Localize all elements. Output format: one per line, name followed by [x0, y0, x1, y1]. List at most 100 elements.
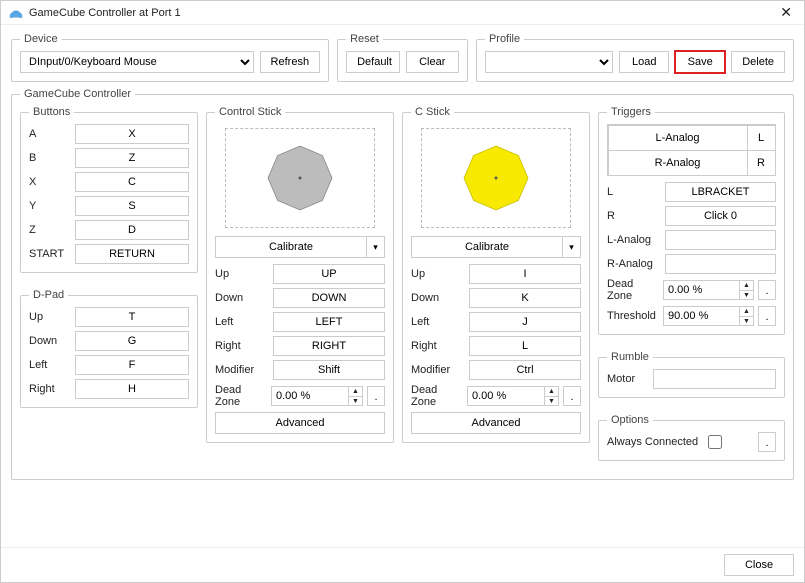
cs-deadzone-more[interactable]: . — [367, 386, 385, 406]
reset-group: Reset Default Clear — [337, 33, 468, 82]
cs-advanced-button[interactable]: Advanced — [215, 412, 385, 434]
device-group: Device DInput/0/Keyboard Mouse Refresh — [11, 33, 329, 82]
c-up-label: Up — [411, 268, 463, 280]
c-stick-legend: C Stick — [411, 106, 454, 118]
trig-r-bind[interactable]: Click 0 — [665, 206, 776, 226]
btn-a-bind[interactable]: X — [75, 124, 189, 144]
cs-mod-label: Modifier — [215, 364, 267, 376]
reset-legend: Reset — [346, 33, 383, 45]
trig-deadzone-input[interactable] — [664, 281, 739, 299]
dpad-up-label: Up — [29, 311, 69, 323]
options-more[interactable]: . — [758, 432, 776, 452]
refresh-button[interactable]: Refresh — [260, 51, 321, 73]
cs-down-bind[interactable]: DOWN — [273, 288, 385, 308]
up-arrow-icon[interactable]: ▲ — [740, 307, 753, 317]
down-arrow-icon[interactable]: ▼ — [349, 397, 362, 406]
dpad-up-bind[interactable]: T — [75, 307, 189, 327]
cs-left-bind[interactable]: LEFT — [273, 312, 385, 332]
trig-deadzone-more[interactable]: . — [758, 280, 776, 300]
r-analog-button[interactable]: R-Analog — [608, 150, 748, 176]
c-advanced-button[interactable]: Advanced — [411, 412, 581, 434]
trig-threshold-spinner[interactable]: ▲▼ — [663, 306, 754, 326]
load-button[interactable]: Load — [619, 51, 669, 73]
cs-deadzone-spinner[interactable]: ▲▼ — [271, 386, 363, 406]
c-stick-calibrate[interactable]: Calibrate — [411, 236, 563, 258]
trig-la-label: L-Analog — [607, 234, 659, 246]
cs-mod-bind[interactable]: Shift — [273, 360, 385, 380]
app-icon — [9, 6, 23, 20]
l-analog-button[interactable]: L-Analog — [608, 125, 748, 151]
cs-right-bind[interactable]: RIGHT — [273, 336, 385, 356]
c-right-bind[interactable]: L — [469, 336, 581, 356]
cs-down-label: Down — [215, 292, 267, 304]
btn-start-bind[interactable]: RETURN — [75, 244, 189, 264]
save-button[interactable]: Save — [675, 51, 725, 73]
cs-deadzone-input[interactable] — [272, 387, 348, 405]
c-deadzone-more[interactable]: . — [563, 386, 581, 406]
l-button[interactable]: L — [747, 125, 776, 151]
cs-up-label: Up — [215, 268, 267, 280]
dpad-right-bind[interactable]: H — [75, 379, 189, 399]
btn-x-bind[interactable]: C — [75, 172, 189, 192]
dpad-legend: D-Pad — [29, 289, 68, 301]
c-deadzone-spinner[interactable]: ▲▼ — [467, 386, 559, 406]
delete-button[interactable]: Delete — [731, 51, 785, 73]
dpad-right-label: Right — [29, 383, 69, 395]
r-button[interactable]: R — [747, 150, 776, 176]
down-arrow-icon[interactable]: ▼ — [545, 397, 558, 406]
c-mod-bind[interactable]: Ctrl — [469, 360, 581, 380]
trig-ra-bind[interactable] — [665, 254, 776, 274]
trig-threshold-label: Threshold — [607, 310, 659, 322]
down-arrow-icon[interactable]: ▼ — [740, 291, 753, 300]
dpad-left-bind[interactable]: F — [75, 355, 189, 375]
btn-b-bind[interactable]: Z — [75, 148, 189, 168]
dpad-down-bind[interactable]: G — [75, 331, 189, 351]
trig-threshold-more[interactable]: . — [758, 306, 776, 326]
always-connected-checkbox[interactable] — [708, 435, 722, 449]
trig-l-bind[interactable]: LBRACKET — [665, 182, 776, 202]
c-deadzone-input[interactable] — [468, 387, 544, 405]
down-arrow-icon[interactable]: ▼ — [740, 317, 753, 326]
c-down-label: Down — [411, 292, 463, 304]
profile-select[interactable] — [485, 51, 613, 73]
trig-r-label: R — [607, 210, 659, 222]
c-stick-calibrate-menu[interactable]: ▾ — [563, 236, 581, 258]
titlebar: GameCube Controller at Port 1 ✕ — [1, 1, 804, 25]
trig-threshold-input[interactable] — [664, 307, 739, 325]
btn-y-label: Y — [29, 200, 69, 212]
btn-z-bind[interactable]: D — [75, 220, 189, 240]
motor-bind[interactable] — [653, 369, 776, 389]
close-icon[interactable]: ✕ — [776, 4, 796, 21]
cs-right-label: Right — [215, 340, 267, 352]
default-button[interactable]: Default — [346, 51, 399, 73]
up-arrow-icon[interactable]: ▲ — [349, 387, 362, 397]
c-up-bind[interactable]: I — [469, 264, 581, 284]
control-stick-calibrate[interactable]: Calibrate — [215, 236, 367, 258]
c-stick-group: C Stick Calibrate ▾ Up I Down K — [402, 106, 590, 443]
c-down-bind[interactable]: K — [469, 288, 581, 308]
content: Device DInput/0/Keyboard Mouse Refresh R… — [1, 25, 804, 547]
footer: Close — [1, 547, 804, 582]
clear-button[interactable]: Clear — [406, 51, 459, 73]
device-select[interactable]: DInput/0/Keyboard Mouse — [20, 51, 254, 73]
profile-group: Profile Load Save Delete — [476, 33, 794, 82]
cs-up-bind[interactable]: UP — [273, 264, 385, 284]
up-arrow-icon[interactable]: ▲ — [740, 281, 753, 291]
control-stick-calibrate-menu[interactable]: ▾ — [367, 236, 385, 258]
c-left-bind[interactable]: J — [469, 312, 581, 332]
up-arrow-icon[interactable]: ▲ — [545, 387, 558, 397]
trig-la-bind[interactable] — [665, 230, 776, 250]
main-legend: GameCube Controller — [20, 88, 135, 100]
buttons-legend: Buttons — [29, 106, 74, 118]
motor-label: Motor — [607, 373, 647, 385]
btn-b-label: B — [29, 152, 69, 164]
btn-z-label: Z — [29, 224, 69, 236]
close-button[interactable]: Close — [724, 554, 794, 576]
c-stick-visual — [421, 128, 571, 228]
profile-legend: Profile — [485, 33, 524, 45]
trig-deadzone-spinner[interactable]: ▲▼ — [663, 280, 754, 300]
control-stick-group: Control Stick Calibrate ▾ UpUP D — [206, 106, 394, 443]
btn-start-label: START — [29, 248, 69, 260]
btn-y-bind[interactable]: S — [75, 196, 189, 216]
c-deadzone-label: Dead Zone — [411, 384, 463, 408]
